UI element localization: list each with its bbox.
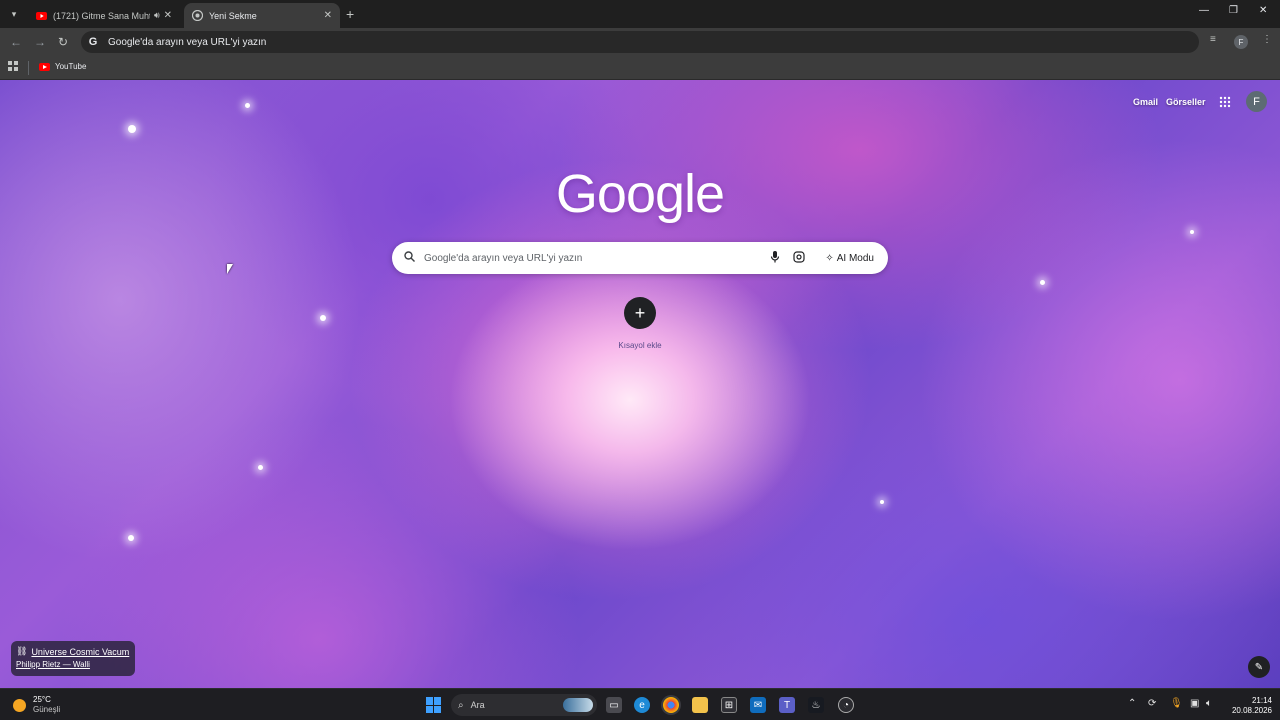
chrome-icon xyxy=(191,9,204,22)
reload-icon[interactable]: ↻ xyxy=(58,35,68,49)
close-icon[interactable]: ✕ xyxy=(164,10,172,21)
menu-icon[interactable]: ⋮ xyxy=(1262,34,1272,45)
bookmark-divider xyxy=(28,61,29,75)
background-star xyxy=(258,465,263,470)
background-star xyxy=(320,315,326,321)
sun-icon xyxy=(13,698,26,712)
apps-grid-icon[interactable] xyxy=(8,61,18,74)
minimize-icon[interactable]: — xyxy=(1199,5,1209,16)
tab-title: Yeni Sekme xyxy=(209,10,257,21)
back-icon[interactable]: ← xyxy=(10,35,22,49)
tab-youtube[interactable]: (1721) Gitme Sana Muhtacım 🔊︎ ✕ xyxy=(28,3,180,28)
address-bar-text: Google'da arayın veya URL'yi yazın xyxy=(108,36,267,48)
ai-mode-button[interactable]: ✧ AI Modu xyxy=(817,246,882,270)
mouse-cursor xyxy=(227,264,233,274)
images-link[interactable]: Görseller xyxy=(1166,97,1206,107)
google-lens-icon[interactable] xyxy=(787,250,811,266)
forward-icon[interactable]: → xyxy=(34,35,46,49)
screen: ▾ (1721) Gitme Sana Muhtacım 🔊︎ ✕ Yeni S… xyxy=(0,0,1280,720)
google-apps-icon[interactable] xyxy=(1219,96,1231,111)
clock-time: 21:14 xyxy=(1251,696,1272,705)
youtube-icon xyxy=(39,62,50,71)
profile-avatar[interactable]: F xyxy=(1234,35,1248,49)
media-control-icon[interactable]: ≡ xyxy=(1210,34,1216,45)
bookmarks-bar: YouTube xyxy=(0,56,1280,80)
taskbar-search[interactable]: ⌕ Ara xyxy=(451,694,597,716)
ai-mode-label: AI Modu xyxy=(836,252,874,264)
link-icon: ⛓ xyxy=(16,646,28,656)
task-view-icon[interactable]: ▭ xyxy=(606,697,622,713)
windows-start-icon[interactable] xyxy=(426,697,442,713)
bookmark-label: YouTube xyxy=(55,62,87,71)
tab-search-button[interactable]: ▾ xyxy=(6,6,22,22)
display-icon[interactable]: ▣ xyxy=(1190,698,1199,709)
microphone-tray-icon[interactable]: 🎙︎ xyxy=(1170,698,1183,709)
new-tab-button[interactable]: + xyxy=(346,6,354,22)
outlook-icon[interactable]: ✉ xyxy=(750,697,766,713)
gmail-link[interactable]: Gmail xyxy=(1133,97,1158,107)
close-window-icon[interactable]: ✕ xyxy=(1259,5,1267,16)
tab-strip: ▾ (1721) Gitme Sana Muhtacım 🔊︎ ✕ Yeni S… xyxy=(0,0,1280,28)
customize-pencil-icon[interactable]: ✎ xyxy=(1248,656,1270,678)
chevron-down-icon: ▾ xyxy=(11,8,17,19)
restore-icon[interactable]: ❐ xyxy=(1229,5,1238,16)
background-star xyxy=(1040,280,1045,285)
taskbar-clock[interactable]: 21:14 20.08.2026 xyxy=(1228,696,1272,716)
google-g-icon: G xyxy=(88,36,98,48)
address-bar[interactable]: G Google'da arayın veya URL'yi yazın xyxy=(81,31,1199,53)
account-avatar[interactable]: F xyxy=(1246,91,1267,112)
tab-title: (1721) Gitme Sana Muhtacım xyxy=(53,10,150,21)
search-icon: ⌕ xyxy=(458,699,464,711)
sync-icon[interactable]: ⟳ xyxy=(1148,698,1156,709)
weather-temp: 25°C xyxy=(33,695,51,704)
google-logo: Google xyxy=(555,164,725,224)
search-box[interactable]: Google'da arayın veya URL'yi yazın ✧ AI … xyxy=(392,242,888,274)
speaker-icon[interactable]: 🔊︎ xyxy=(154,10,160,21)
search-highlight-image xyxy=(563,698,593,712)
search-icon xyxy=(404,251,416,265)
background-star xyxy=(1190,230,1194,234)
weather-condition: Güneşli xyxy=(33,705,61,714)
steam-icon[interactable]: ♨ xyxy=(808,697,824,713)
store-icon[interactable]: ⊞ xyxy=(721,697,737,713)
background-author-link[interactable]: Philipp Rietz — Walli xyxy=(16,660,130,669)
chevron-up-icon[interactable]: ⌃ xyxy=(1128,698,1136,709)
add-shortcut-button[interactable]: + xyxy=(624,297,656,329)
background-star xyxy=(128,535,134,541)
close-icon[interactable]: ✕ xyxy=(324,10,332,21)
teams-icon[interactable]: T xyxy=(779,697,795,713)
tab-new-tab[interactable]: Yeni Sekme ✕ xyxy=(184,3,340,28)
taskbar-search-placeholder: Ara xyxy=(470,700,485,710)
background-credit[interactable]: ⛓ Universe Cosmic Vacum Philipp Rietz — … xyxy=(11,641,135,676)
bookmark-youtube[interactable]: YouTube xyxy=(39,62,86,71)
recording-app-icon[interactable]: ◔ xyxy=(838,697,854,713)
microphone-icon[interactable] xyxy=(763,250,787,266)
weather-widget[interactable]: 25°C Güneşli xyxy=(13,695,60,715)
background-star xyxy=(245,103,250,108)
file-explorer-icon[interactable] xyxy=(692,697,708,713)
taskbar: 25°C Güneşli ⌕ Ara ▭ e ⊞ ✉ T ♨ ◔ ⌃ ⟳ 🎙︎ … xyxy=(0,688,1280,720)
background-title-link[interactable]: Universe Cosmic Vacum xyxy=(31,647,129,657)
search-input[interactable]: Google'da arayın veya URL'yi yazın xyxy=(424,253,763,264)
youtube-icon xyxy=(36,10,47,21)
sparkle-search-icon: ✧ xyxy=(825,252,834,264)
background-star xyxy=(128,125,136,133)
background-star xyxy=(880,500,884,504)
add-shortcut-label: Kısayol ekle xyxy=(618,341,662,350)
edge-icon[interactable]: e xyxy=(634,697,650,713)
chrome-taskbar-icon[interactable] xyxy=(663,697,679,713)
volume-icon[interactable]: 🔈︎ xyxy=(1206,698,1212,709)
clock-date: 20.08.2026 xyxy=(1231,706,1272,715)
